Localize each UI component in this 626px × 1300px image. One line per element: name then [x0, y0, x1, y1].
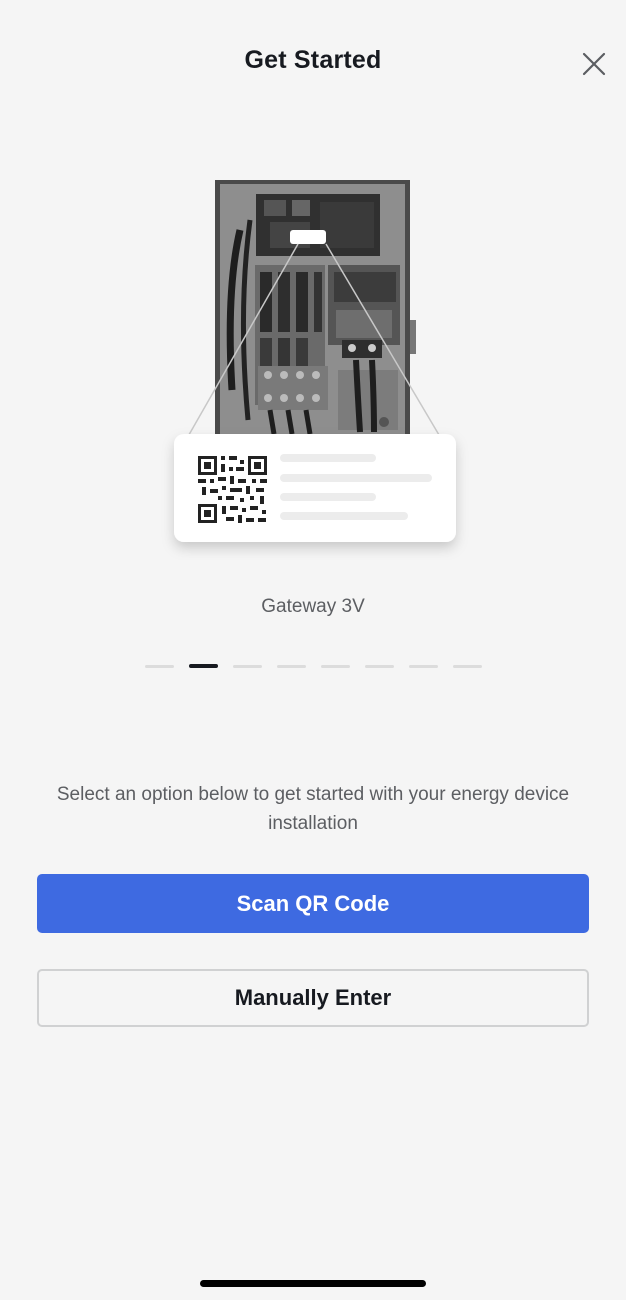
- carousel-pagination: [145, 664, 482, 668]
- manually-enter-button[interactable]: Manually Enter: [37, 969, 589, 1027]
- device-illustration: [160, 170, 470, 560]
- instructions-text: Select an option below to get started wi…: [56, 784, 570, 834]
- page-indicator-dot[interactable]: [145, 665, 174, 668]
- device-name: Gateway 3V: [261, 596, 365, 617]
- page-indicator-dot[interactable]: [189, 664, 218, 668]
- page-title: Get Started: [244, 46, 382, 74]
- qr-label-card: [174, 434, 456, 542]
- page-indicator-dot[interactable]: [365, 665, 394, 668]
- gateway-device-image: [215, 180, 416, 438]
- page-indicator-dot[interactable]: [409, 665, 438, 668]
- close-icon: [582, 52, 606, 76]
- page-indicator-dot[interactable]: [453, 665, 482, 668]
- home-indicator: [200, 1280, 426, 1287]
- page-indicator-dot[interactable]: [233, 665, 262, 668]
- scan-qr-code-button[interactable]: Scan QR Code: [37, 874, 589, 933]
- close-button[interactable]: [578, 48, 610, 80]
- page-indicator-dot[interactable]: [277, 665, 306, 668]
- page-indicator-dot[interactable]: [321, 665, 350, 668]
